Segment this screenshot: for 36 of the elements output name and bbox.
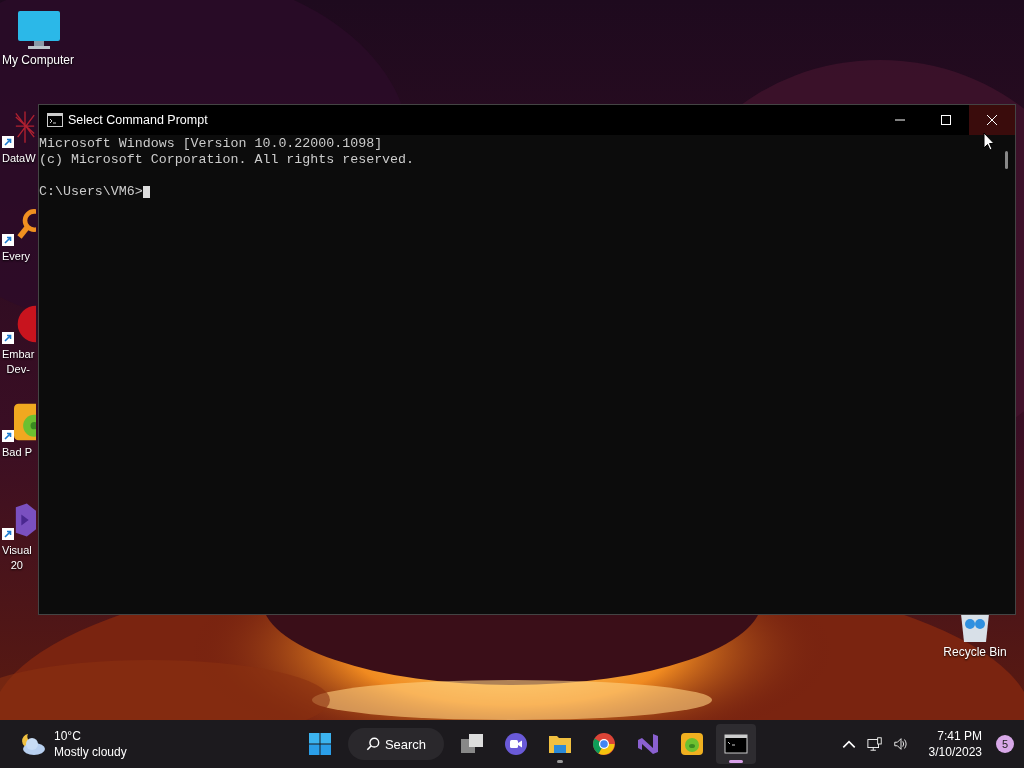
desktop-icon-label: Visual 20 [2, 543, 32, 573]
weather-condition: Mostly cloudy [54, 744, 127, 760]
browser-logo-icon [592, 732, 616, 756]
console-icon [724, 732, 748, 756]
desktop-icon-label: Recycle Bin [943, 645, 1007, 660]
maximize-icon [941, 115, 951, 125]
network-icon[interactable] [866, 736, 883, 752]
text-cursor [142, 186, 150, 198]
console-icon [47, 113, 63, 127]
recycle-bin-icon[interactable] [959, 614, 991, 642]
pig-icon[interactable] [14, 402, 36, 442]
desktop-icon-label: Every [2, 249, 31, 264]
desktop-icon-label: Embar Dev- [2, 347, 35, 377]
speaker-icon[interactable] [892, 736, 909, 752]
command-prompt: C:\Users\VM6> [39, 184, 143, 200]
desktop-icon-label: My Computer [2, 53, 75, 68]
search-button[interactable]: Search [348, 728, 444, 760]
clock-time[interactable]: 7:41 PM [937, 728, 982, 744]
window-title: Select Command Prompt [68, 113, 209, 127]
desktop-icon-label: Bad P [2, 445, 32, 460]
overlapping-windows-icon [460, 732, 484, 756]
video-chat-icon [504, 732, 528, 756]
close-icon [987, 115, 997, 125]
desktop-icon-label: DataW [2, 151, 36, 166]
windows-logo-icon [308, 732, 332, 756]
scrollbar-thumb[interactable] [1005, 151, 1008, 169]
notification-count[interactable]: 5 [996, 735, 1014, 753]
console-output-line: Microsoft Windows [Version 10.0.22000.1098] [39, 136, 383, 152]
search-icon [365, 737, 380, 751]
monitor-icon[interactable] [17, 10, 61, 50]
console-output-line: (c) Microsoft Corporation. All rights reserved. [39, 152, 415, 168]
clock-date[interactable]: 3/10/2023 [928, 744, 982, 760]
taskbar-terminal-button[interactable] [716, 724, 756, 764]
mouse-pointer-icon [983, 132, 995, 152]
temperature: 10°C [54, 728, 82, 744]
pig-icon [680, 732, 704, 756]
